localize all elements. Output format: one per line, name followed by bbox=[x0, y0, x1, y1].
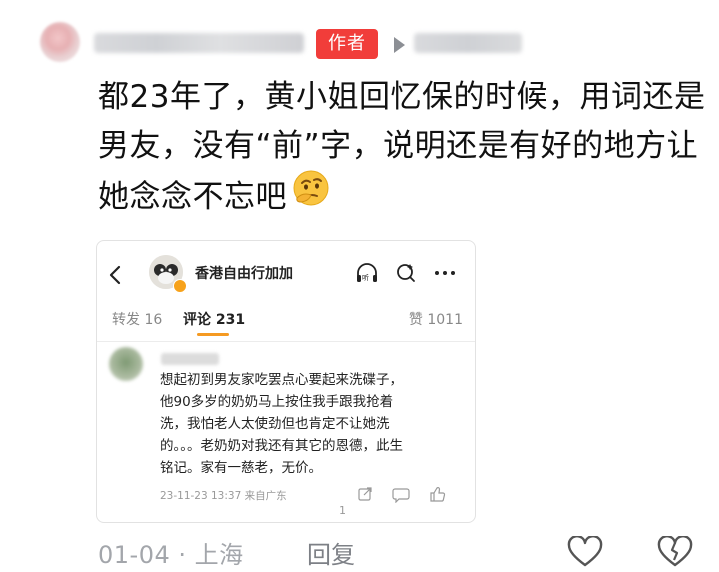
tab-likes: 赞 1011 bbox=[408, 312, 463, 328]
tab-reposts: 转发 16 bbox=[112, 312, 163, 328]
svg-text:听: 听 bbox=[362, 273, 369, 282]
embedded-comment-actions: 1 bbox=[339, 485, 475, 517]
reply-to-name-redacted[interactable] bbox=[414, 33, 522, 53]
reply-avatar-redacted bbox=[109, 347, 143, 381]
verified-badge-icon bbox=[173, 279, 187, 293]
toolbar: 听 bbox=[355, 261, 465, 289]
search-icon bbox=[397, 264, 415, 282]
tab-comments: 评论 231 bbox=[183, 312, 246, 328]
dislike-broken-heart-icon[interactable] bbox=[656, 534, 694, 572]
back-arrow-icon bbox=[107, 265, 123, 291]
thinking-face-icon bbox=[291, 168, 331, 223]
reply-button[interactable]: 回复 bbox=[307, 535, 355, 570]
share-icon bbox=[358, 487, 372, 501]
embedded-like-count: 1 bbox=[339, 504, 346, 517]
comment-icon bbox=[392, 488, 410, 504]
comment-body: 都23年了，黄小姐回忆保的时候，用词还是男友，没有“前”字，说明还是有好的地方让… bbox=[98, 73, 710, 226]
reply-arrow-icon bbox=[394, 37, 405, 53]
account-name: 香港自由行加加 bbox=[195, 266, 293, 282]
author-badge: 作者 bbox=[316, 29, 378, 59]
reply-name-redacted bbox=[161, 353, 219, 365]
comment-date-location: 01-04 · 上海 bbox=[98, 541, 244, 569]
commenter-name-redacted[interactable] bbox=[94, 33, 304, 53]
comment-text: 都23年了，黄小姐回忆保的时候，用词还是男友，没有“前”字，说明还是有好的地方让… bbox=[98, 79, 706, 215]
active-tab-indicator bbox=[197, 333, 229, 336]
commenter-avatar[interactable] bbox=[40, 22, 80, 62]
listen-icon: 听 bbox=[357, 263, 377, 282]
embedded-comment-meta: 23-11-23 13:37 来自广东 bbox=[160, 490, 287, 502]
thumbs-up-icon bbox=[430, 487, 446, 502]
more-icon bbox=[435, 271, 455, 275]
embedded-comment-text: 想起初到男友家吃罢点心要起来洗碟子，他90多岁的奶奶马上按住我手跟我抢着洗，我怕… bbox=[160, 372, 403, 476]
like-heart-icon[interactable] bbox=[566, 534, 604, 572]
divider bbox=[97, 341, 475, 342]
embedded-screenshot: 香港自由行加加 听 转发 16 评论 231 赞 1011 想起初到男友家吃罢点… bbox=[96, 240, 476, 523]
